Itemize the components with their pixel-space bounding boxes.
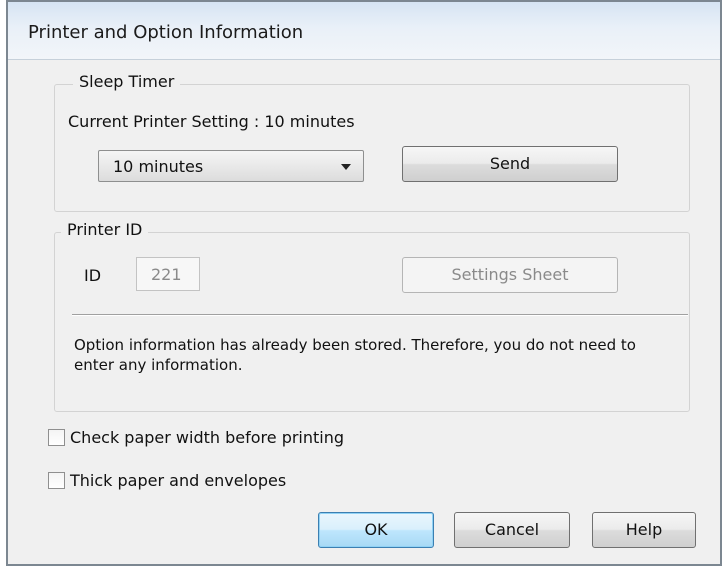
sleep-timer-dropdown-value: 10 minutes: [113, 157, 204, 176]
send-button-label: Send: [489, 154, 531, 173]
thick-paper-label[interactable]: Thick paper and envelopes: [70, 471, 286, 490]
help-button-label: Help: [625, 520, 663, 539]
settings-sheet-button-label: Settings Sheet: [451, 265, 569, 284]
cancel-button[interactable]: Cancel: [454, 512, 570, 548]
printer-id-field[interactable]: 221: [136, 257, 200, 291]
printer-option-dialog: Printer and Option Information Sleep Tim…: [6, 0, 722, 566]
check-paper-width-label[interactable]: Check paper width before printing: [70, 428, 344, 447]
window-title: Printer and Option Information: [28, 22, 304, 43]
settings-sheet-button[interactable]: Settings Sheet: [402, 257, 618, 293]
current-printer-setting-text: Current Printer Setting : 10 minutes: [68, 112, 355, 131]
check-paper-width-checkbox[interactable]: [48, 429, 65, 446]
ok-button-label: OK: [364, 520, 388, 539]
ok-button[interactable]: OK: [318, 512, 434, 548]
sleep-timer-group-title: Sleep Timer: [73, 72, 181, 91]
thick-paper-checkbox[interactable]: [48, 472, 65, 489]
id-label: ID: [84, 266, 102, 285]
printer-id-group-title: Printer ID: [61, 220, 149, 239]
printer-id-divider: [72, 314, 688, 316]
chevron-down-icon: [341, 164, 351, 170]
cancel-button-label: Cancel: [484, 520, 540, 539]
title-bar: Printer and Option Information: [8, 2, 720, 60]
send-button[interactable]: Send: [402, 146, 618, 182]
help-button[interactable]: Help: [592, 512, 696, 548]
sleep-timer-dropdown[interactable]: 10 minutes: [98, 150, 364, 182]
option-info-text-line2: enter any information.: [74, 356, 243, 374]
printer-id-value: 221: [151, 265, 182, 284]
option-info-text-line1: Option information has already been stor…: [74, 336, 636, 354]
